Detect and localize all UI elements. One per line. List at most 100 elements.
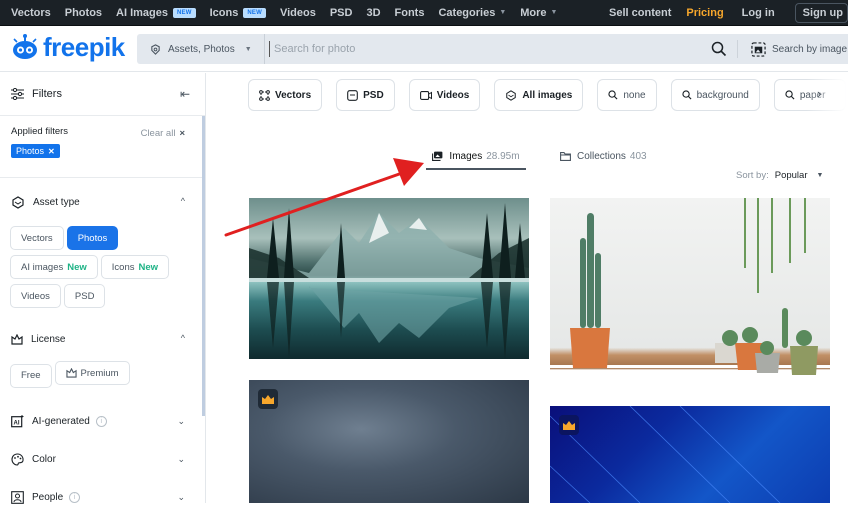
new-badge: NEW	[173, 7, 196, 18]
chip-query-none[interactable]: none	[597, 79, 657, 111]
video-icon	[419, 90, 432, 100]
asset-option-ai-images[interactable]: AI images New	[10, 255, 98, 279]
search-icon[interactable]	[711, 41, 727, 57]
license-section[interactable]: License ^	[0, 321, 205, 357]
license-option-premium[interactable]: Premium	[54, 361, 130, 385]
asset-option-vectors[interactable]: Vectors	[10, 226, 64, 250]
caret-down-icon: ▼	[816, 172, 824, 179]
search-scope-dropdown[interactable]: Assets, Photos ▼	[137, 34, 265, 64]
chip-label: Vectors	[275, 89, 312, 101]
chip-label: background	[696, 89, 749, 101]
nav-ai-images[interactable]: AI Images NEW	[116, 7, 196, 19]
search-by-image-button[interactable]: Search by image	[751, 34, 847, 64]
tab-count: 28.95m	[486, 151, 520, 162]
applied-filters: Applied filters Clear all × Photos ✕	[0, 116, 205, 178]
search-divider	[737, 40, 738, 58]
image-search-icon	[751, 41, 766, 57]
search-by-image-label: Search by image	[772, 43, 848, 55]
blue-streaks-artwork	[550, 406, 781, 503]
chip-label: Videos	[436, 89, 470, 101]
svg-text:AI: AI	[14, 421, 20, 427]
nav-label: Photos	[64, 6, 103, 19]
asset-option-psd[interactable]: PSD	[63, 284, 106, 308]
chevron-up-icon[interactable]: ^	[181, 196, 185, 206]
signup-button[interactable]: Sign up	[794, 3, 848, 23]
info-icon[interactable]: i	[95, 416, 107, 427]
nav-videos[interactable]: Videos	[280, 7, 316, 19]
sort-dropdown[interactable]: Sort by: Popular ▼	[736, 170, 823, 181]
search-icon	[681, 90, 692, 100]
remove-filter-icon[interactable]: ✕	[48, 147, 55, 156]
asset-type-options: Vectors Photos AI images New Icons New Video…	[0, 226, 205, 313]
sidebar-scrollbar[interactable]	[202, 116, 205, 416]
search-scope-label: Assets, Photos	[168, 43, 235, 55]
chip-videos[interactable]: Videos	[408, 79, 481, 111]
nav-icons[interactable]: Icons NEW	[210, 7, 266, 19]
chip-label: none	[623, 89, 646, 101]
option-label: Premium	[80, 367, 119, 379]
clear-all-label: Clear all	[140, 128, 176, 139]
sell-content-link[interactable]: Sell content	[609, 7, 671, 19]
chevron-down-icon[interactable]: ⌄	[177, 454, 185, 465]
login-link[interactable]: Log in	[742, 7, 775, 19]
chevron-down-icon[interactable]: ⌄	[177, 416, 185, 427]
tab-images[interactable]: Images 28.95m	[426, 147, 526, 170]
chip-vectors[interactable]: Vectors	[248, 79, 323, 111]
ai-generated-title: AI-generated	[32, 416, 90, 427]
people-section[interactable]: People i ⌄	[0, 480, 205, 516]
chip-query-background[interactable]: background	[670, 79, 760, 111]
nav-label: More	[520, 6, 547, 19]
sort-value: Popular	[774, 170, 808, 181]
new-label: New	[67, 261, 87, 273]
asset-option-photos[interactable]: Photos	[66, 226, 119, 250]
crown-icon	[563, 420, 575, 430]
ai-generated-section[interactable]: AI AI-generated i ⌄	[0, 404, 205, 440]
chevron-right-icon[interactable]: ›	[817, 86, 821, 101]
person-icon	[11, 491, 24, 504]
search-bar: Assets, Photos ▼ Search by image	[137, 34, 848, 64]
license-options: Free Premium	[0, 361, 205, 393]
asset-option-icons[interactable]: Icons New	[100, 255, 170, 279]
result-image-cactus-shelf[interactable]	[550, 198, 830, 385]
asset-type-title: Asset type	[33, 196, 80, 208]
nav-categories[interactable]: Categories ▼	[438, 7, 506, 19]
nav-fonts[interactable]: Fonts	[395, 7, 425, 19]
chip-psd[interactable]: PSD	[336, 79, 395, 111]
search-input[interactable]	[270, 34, 690, 64]
asset-type-section[interactable]: Asset type ^	[0, 184, 205, 220]
chevron-up-icon[interactable]: ^	[181, 333, 185, 343]
info-icon[interactable]: i	[69, 492, 81, 503]
tab-collections[interactable]: Collections 403	[560, 151, 647, 162]
chip-label: All images	[522, 89, 573, 101]
pricing-link[interactable]: Pricing	[686, 7, 723, 19]
psd-icon	[347, 89, 358, 101]
applied-filter-chip[interactable]: Photos ✕	[11, 144, 60, 158]
option-label: AI images	[21, 261, 64, 273]
nav-more[interactable]: More ▼	[520, 7, 557, 19]
color-section[interactable]: Color ⌄	[0, 442, 205, 478]
nav-3d[interactable]: 3D	[366, 7, 380, 19]
nav-label: Videos	[279, 6, 316, 19]
asset-option-videos[interactable]: Videos	[10, 284, 61, 308]
palette-icon	[11, 453, 24, 466]
nav-psd[interactable]: PSD	[330, 7, 353, 19]
license-option-free[interactable]: Free	[10, 363, 52, 388]
nav-label: PSD	[329, 6, 353, 19]
clear-all-button[interactable]: Clear all ×	[141, 128, 185, 139]
close-icon: ×	[179, 128, 185, 139]
nav-label: Icons	[209, 6, 239, 19]
crown-icon	[262, 394, 274, 404]
caret-down-icon: ▼	[244, 45, 252, 53]
chevron-down-icon[interactable]: ⌄	[177, 492, 185, 503]
freepik-logo[interactable]: freepik	[11, 33, 125, 61]
chip-all-images[interactable]: All images	[494, 79, 584, 111]
chip-label: Photos	[16, 146, 45, 156]
nav-vectors[interactable]: Vectors	[11, 7, 51, 19]
result-image-mountain-lake[interactable]	[249, 198, 529, 359]
result-image-blue-abstract[interactable]	[550, 406, 830, 503]
result-image-concrete-texture[interactable]	[249, 380, 529, 503]
collapse-sidebar-icon[interactable]: ⇤	[180, 87, 190, 101]
nav-photos[interactable]: Photos	[65, 7, 102, 19]
ai-icon: AI	[11, 415, 24, 428]
filters-sidebar: Filters ⇤ Applied filters Clear all × Pho…	[0, 73, 206, 504]
